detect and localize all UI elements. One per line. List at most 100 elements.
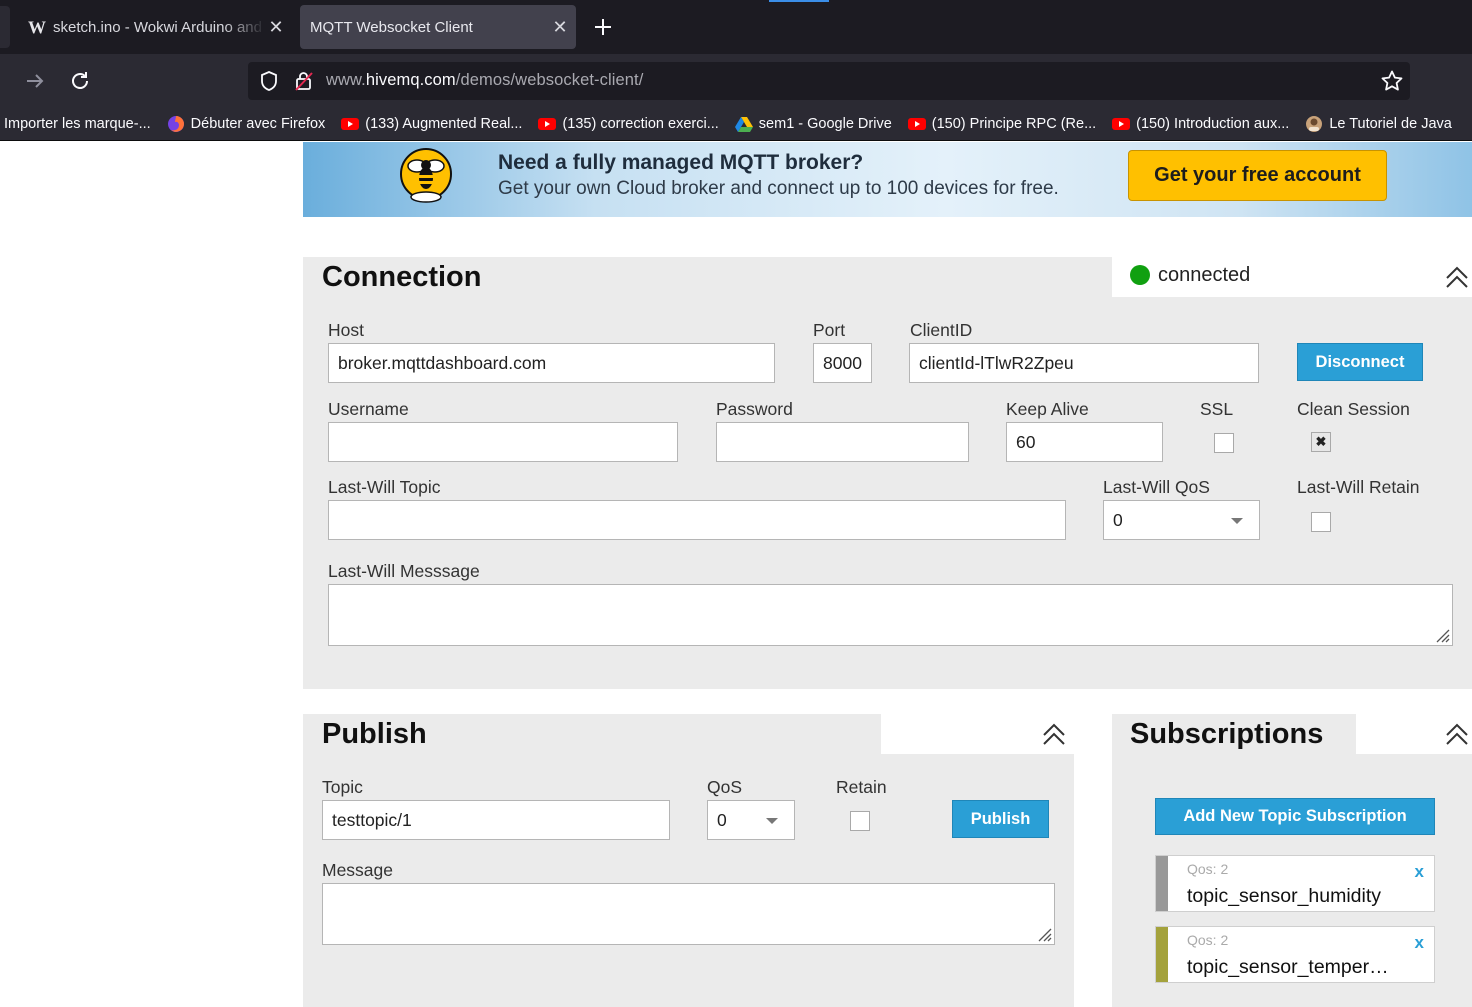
youtube-icon xyxy=(1112,116,1131,132)
promo-banner: Need a fully managed MQTT broker? Get yo… xyxy=(303,142,1472,217)
publish-message-textarea[interactable] xyxy=(322,883,1055,945)
hivemq-bee-logo xyxy=(399,148,455,204)
publish-qos-label: QoS xyxy=(707,777,743,797)
page-content: Need a fully managed MQTT broker? Get yo… xyxy=(0,142,1472,1007)
subscription-qos: Qos: 2 xyxy=(1187,932,1229,948)
port-input[interactable]: 8000 xyxy=(813,343,872,383)
subscription-color-bar xyxy=(1156,927,1168,982)
ssl-label: SSL xyxy=(1200,399,1234,419)
tab-title: sketch.ino - Wokwi Arduino and ESP32 Sim… xyxy=(53,18,266,36)
clean-session-label: Clean Session xyxy=(1297,399,1410,419)
lastwill-topic-label: Last-Will Topic xyxy=(328,477,441,497)
publish-topic-input[interactable]: testtopic/1 xyxy=(322,800,670,840)
clean-session-checkbox[interactable]: ✖ xyxy=(1311,432,1331,452)
bookmark-youtube-4[interactable]: (150) Introduction aux... xyxy=(1112,116,1289,132)
bookmarks-toolbar: Importer les marque-... Débuter avec Fir… xyxy=(0,108,1472,141)
clientid-input[interactable]: clientId-lTlwR2Zpeu xyxy=(909,343,1259,383)
bookmark-youtube-1[interactable]: (133) Augmented Real... xyxy=(341,116,522,132)
bookmark-youtube-3[interactable]: (150) Principe RPC (Re... xyxy=(907,116,1097,132)
youtube-icon xyxy=(907,116,926,132)
publish-panel: Publish Topic testtopic/1 QoS 0 Retain P… xyxy=(303,714,1074,1007)
username-label: Username xyxy=(328,399,409,419)
close-tab-icon[interactable]: ✕ xyxy=(550,17,570,38)
free-account-button[interactable]: Get your free account xyxy=(1128,150,1387,201)
bookmark-label: (150) Principe RPC (Re... xyxy=(931,116,1097,132)
host-label: Host xyxy=(328,320,364,340)
subscriptions-title: Subscriptions xyxy=(1130,718,1324,750)
tab-strip: W sketch.ino - Wokwi Arduino and ESP32 S… xyxy=(0,0,1472,54)
ssl-checkbox[interactable] xyxy=(1214,433,1234,453)
lastwill-retain-checkbox[interactable] xyxy=(1311,512,1331,532)
svg-text:W: W xyxy=(28,18,46,36)
collapse-publish-icon[interactable] xyxy=(1041,721,1067,747)
tab-indicator xyxy=(769,0,829,2)
subscription-topic: topic_sensor_temperature xyxy=(1187,956,1393,978)
banner-headline: Need a fully managed MQTT broker? xyxy=(498,151,864,174)
wokwi-w-icon: W xyxy=(28,18,46,36)
bookmark-star-icon[interactable] xyxy=(1380,69,1404,93)
bookmark-label: Importer les marque-... xyxy=(4,116,151,132)
shield-icon[interactable] xyxy=(258,70,280,92)
publish-title: Publish xyxy=(322,718,427,750)
remove-subscription-button[interactable]: x xyxy=(1415,933,1424,953)
host-input[interactable]: broker.mqttdashboard.com xyxy=(328,343,775,383)
subscription-topic: topic_sensor_humidity xyxy=(1187,885,1382,907)
lock-icon[interactable] xyxy=(293,70,315,92)
url-path: /demos/websocket-client/ xyxy=(455,71,644,89)
tab-mqtt-client[interactable]: MQTT Websocket Client ✕ xyxy=(300,5,576,49)
resize-grip-icon[interactable] xyxy=(1036,926,1052,942)
keepalive-label: Keep Alive xyxy=(1006,399,1089,419)
publish-retain-checkbox[interactable] xyxy=(850,811,870,831)
chevron-down-icon xyxy=(1231,518,1243,524)
bookmark-label: (135) correction exerci... xyxy=(562,116,719,132)
lastwill-topic-input[interactable] xyxy=(328,500,1066,540)
password-input[interactable] xyxy=(716,422,969,462)
keepalive-input[interactable]: 60 xyxy=(1006,422,1163,462)
publish-message-label: Message xyxy=(322,860,394,880)
connection-title: Connection xyxy=(322,261,482,293)
bookmark-firefox[interactable]: Débuter avec Firefox xyxy=(167,116,325,132)
java-tutorial-icon xyxy=(1305,116,1323,132)
bookmark-import[interactable]: Importer les marque-... xyxy=(4,116,151,132)
bookmark-label: sem1 - Google Drive xyxy=(758,116,892,132)
google-drive-icon xyxy=(734,116,753,132)
new-tab-button[interactable] xyxy=(590,14,616,40)
subscriptions-panel: Subscriptions Add New Topic Subscription… xyxy=(1112,714,1472,1007)
disconnect-button[interactable]: Disconnect xyxy=(1297,343,1423,381)
publish-qos-value: 0 xyxy=(717,810,727,830)
url-domain: hivemq.com xyxy=(365,71,456,89)
username-input[interactable] xyxy=(328,422,678,462)
bookmark-youtube-2[interactable]: (135) correction exerci... xyxy=(538,116,719,132)
reload-icon xyxy=(72,72,88,89)
tab-overflow-edge[interactable] xyxy=(0,6,10,48)
subscription-item[interactable]: Qos: 2 topic_sensor_humidity x xyxy=(1155,855,1435,912)
subscription-color-bar xyxy=(1156,856,1168,911)
lastwill-message-textarea[interactable] xyxy=(328,584,1453,646)
subscription-item[interactable]: Qos: 2 topic_sensor_temperature x xyxy=(1155,926,1435,983)
forward-button[interactable] xyxy=(22,68,48,94)
add-subscription-button[interactable]: Add New Topic Subscription xyxy=(1155,798,1435,835)
publish-topic-label: Topic xyxy=(322,777,363,797)
connection-panel: Connection connected Host broker.mqttdas… xyxy=(303,257,1472,689)
resize-grip-icon[interactable] xyxy=(1434,627,1450,643)
url-prefix: www. xyxy=(326,71,366,89)
close-tab-icon[interactable]: ✕ xyxy=(266,17,286,38)
subscription-qos: Qos: 2 xyxy=(1187,861,1229,877)
publish-retain-label: Retain xyxy=(836,777,887,797)
collapse-connection-icon[interactable] xyxy=(1444,264,1470,290)
publish-button[interactable]: Publish xyxy=(952,800,1049,838)
collapse-subscriptions-icon[interactable] xyxy=(1444,721,1470,747)
tab-wokwi[interactable]: W sketch.ino - Wokwi Arduino and ESP32 S… xyxy=(26,5,286,49)
connection-status-dot xyxy=(1130,265,1150,285)
bookmark-java-tutorial[interactable]: Le Tutoriel de Java xyxy=(1305,116,1452,132)
clientid-label: ClientID xyxy=(910,320,973,340)
port-label: Port xyxy=(813,320,846,340)
publish-qos-select[interactable]: 0 xyxy=(707,800,795,840)
banner-subline: Get your own Cloud broker and connect up… xyxy=(498,178,1059,199)
reload-button[interactable] xyxy=(67,68,93,94)
remove-subscription-button[interactable]: x xyxy=(1415,862,1424,882)
url-text[interactable]: www.hivemq.com/demos/websocket-client/ xyxy=(326,71,643,90)
bookmark-google-drive[interactable]: sem1 - Google Drive xyxy=(734,116,892,132)
youtube-icon xyxy=(341,116,360,132)
youtube-icon xyxy=(538,116,557,132)
